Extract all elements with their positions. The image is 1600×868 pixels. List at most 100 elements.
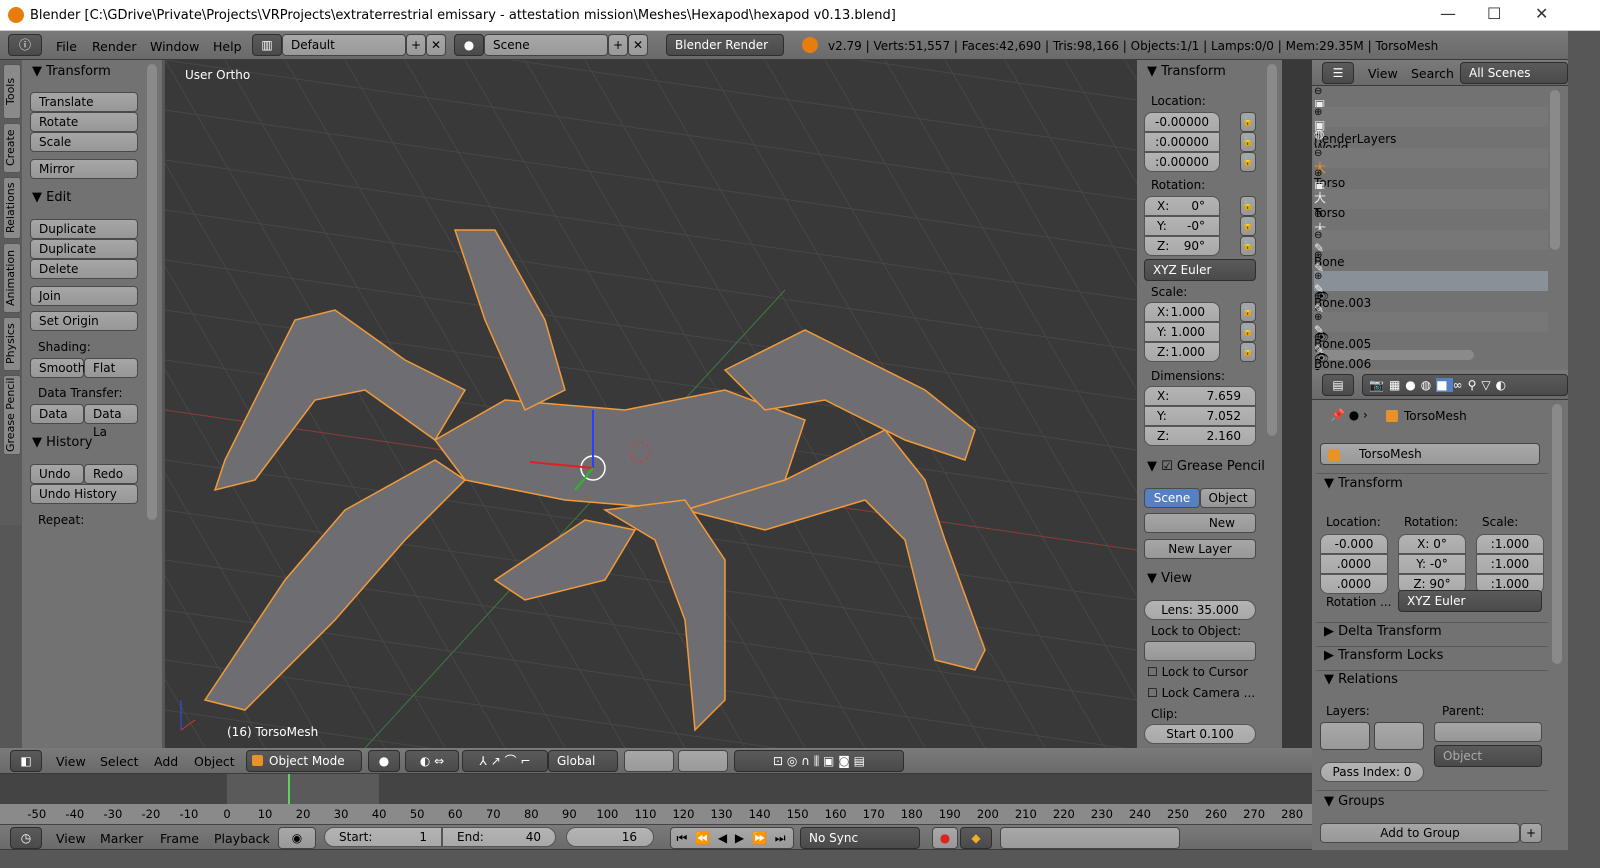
outliner-item[interactable]: ⊕ ▣ RenderLayers (1314, 106, 1548, 146)
rotate-button[interactable]: Rotate (30, 112, 138, 132)
rotation-mode-select[interactable]: XYZ Euler (1144, 259, 1256, 281)
outliner-filter-select[interactable]: All Scenes (1460, 62, 1568, 84)
props-scale-field[interactable]: :1.000 (1476, 534, 1544, 554)
props-scale-field[interactable]: :1.000 (1476, 554, 1544, 574)
tab-relations[interactable]: Relations (3, 177, 21, 239)
menu-file[interactable]: File (56, 39, 77, 54)
history-panel-header[interactable]: ▼ History (32, 435, 92, 450)
tab-grease-pencil[interactable]: Grease Pencil (3, 375, 21, 455)
outliner-item[interactable]: ⊖▣Scene (1314, 86, 1548, 125)
join-button[interactable]: Join (30, 286, 138, 306)
expand-toggle-icon[interactable]: ⊖ (1314, 209, 1548, 220)
transform-panel-header[interactable]: ▼ Transform (32, 64, 111, 79)
gp-scene-tab[interactable]: Scene (1144, 488, 1200, 508)
add-layout-icon[interactable]: + (406, 34, 426, 56)
context-tabs[interactable]: 📷▦●◍■∞⚲▽◐ (1362, 374, 1568, 396)
scale-field[interactable]: Y: 1.000 (1144, 322, 1220, 342)
keying-set-field[interactable] (1000, 827, 1180, 849)
timeline-menu-playback[interactable]: Playback (214, 831, 270, 846)
expand-toggle-icon[interactable]: ⊖ (1314, 148, 1548, 159)
transform-orientation-select[interactable]: Global (548, 750, 618, 772)
rotation-field-lock-icon[interactable]: 🔓 (1240, 236, 1256, 256)
editor-type-outliner-icon[interactable]: ☰ (1322, 62, 1354, 84)
render-engine-select[interactable]: Blender Render (666, 34, 784, 56)
dimension-field[interactable]: X: 7.659 (1144, 386, 1256, 406)
scene-field[interactable]: Scene (484, 34, 608, 56)
transform-locks-header[interactable]: ▶ Transform Locks (1324, 648, 1443, 663)
expand-toggle-icon[interactable]: ⊕ (1314, 271, 1548, 282)
props-location-field[interactable]: .0000 (1320, 574, 1388, 594)
snap-render-icons[interactable]: ⊡ ◎ ∩ ⫼ ▣ ◙ ▤ (734, 750, 904, 772)
properties-scrollbar[interactable] (1552, 404, 1562, 664)
add-group-icon[interactable]: + (1520, 823, 1542, 843)
editor-type-3d-icon[interactable]: ◧ (10, 750, 42, 772)
tab-tools[interactable]: Tools (3, 64, 21, 119)
rotation-field-lock-icon[interactable]: 🔓 (1240, 196, 1256, 216)
dimension-field[interactable]: Y: 7.052 (1144, 406, 1256, 426)
groups-header[interactable]: ▼ Groups (1324, 794, 1385, 809)
gp-object-tab[interactable]: Object (1200, 488, 1256, 508)
location-field[interactable]: :0.00000 (1144, 152, 1220, 172)
scale-field[interactable]: X: 1.000 (1144, 302, 1220, 322)
start-frame-field[interactable]: Start: 1 (324, 827, 442, 847)
timeline-menu-view[interactable]: View (56, 831, 86, 846)
pivot-point-icon[interactable]: ◐ ⇔ (405, 750, 459, 772)
delete-layout-icon[interactable]: ✕ (426, 34, 446, 56)
delete-scene-icon[interactable]: ✕ (628, 34, 648, 56)
record-icon[interactable]: ● (932, 827, 958, 849)
outliner-search-menu[interactable]: Search (1411, 66, 1454, 81)
delta-transform-header[interactable]: ▶ Delta Transform (1324, 624, 1442, 639)
props-transform-header[interactable]: ▼ Transform (1324, 476, 1403, 491)
viewport-shading-icon[interactable]: ● (368, 750, 400, 772)
scale-field-lock-icon[interactable]: 🔓 (1240, 342, 1256, 362)
relations-header[interactable]: ▼ Relations (1324, 672, 1398, 687)
layers-grid-2[interactable] (678, 750, 728, 772)
tab-physics[interactable]: Physics (3, 317, 21, 371)
view3d-menu-select[interactable]: Select (100, 754, 139, 769)
parent-field[interactable] (1434, 722, 1542, 742)
outliner-item[interactable]: ◍World (1314, 127, 1548, 155)
scale-field[interactable]: Z: 1.000 (1144, 342, 1220, 362)
view3d-menu-view[interactable]: View (56, 754, 86, 769)
duplicate-button[interactable]: Duplicate (30, 219, 138, 239)
props-location-field[interactable]: .0000 (1320, 554, 1388, 574)
layers-grid-1[interactable] (624, 750, 674, 772)
delete-button[interactable]: Delete (30, 259, 138, 279)
n-panel-scrollbar[interactable] (1267, 64, 1277, 436)
current-frame-field[interactable]: 16 (566, 827, 654, 847)
viewport-scene[interactable] (165, 60, 1137, 748)
props-location-field[interactable]: -0.000 (1320, 534, 1388, 554)
set-origin-select[interactable]: Set Origin (30, 311, 138, 331)
location-field[interactable]: :0.00000 (1144, 132, 1220, 152)
outliner-item[interactable]: ⊕✎Bone.002👁↖ (1314, 250, 1548, 317)
lock-camera-checkbox[interactable]: ☐ Lock Camera ... (1147, 686, 1255, 700)
minimize-button[interactable]: — (1440, 4, 1456, 23)
dimension-field[interactable]: Z: 2.160 (1144, 426, 1256, 446)
lock-object-field[interactable] (1144, 641, 1256, 661)
gp-new-layer-button[interactable]: New Layer (1144, 539, 1256, 559)
grease-pencil-header[interactable]: ▼ ☑ Grease Pencil (1147, 459, 1265, 474)
playback-controls[interactable]: ⏮ ⏪ ◀ ▶ ⏩ ⏭ (670, 827, 794, 849)
location-field-lock-icon[interactable]: 🔓 (1240, 112, 1256, 132)
location-field[interactable]: -0.00000 (1144, 112, 1220, 132)
props-rotation-mode-select[interactable]: XYZ Euler (1398, 590, 1542, 612)
smooth-button[interactable]: Smooth (30, 358, 85, 378)
sync-select[interactable]: No Sync (800, 827, 920, 849)
outliner-item[interactable]: 大 Torso (1314, 188, 1548, 220)
rotation-field-lock-icon[interactable]: 🔓 (1240, 216, 1256, 236)
menu-render[interactable]: Render (92, 39, 137, 54)
undo-history-button[interactable]: Undo History (30, 484, 138, 504)
outliner-item[interactable]: ⊖大Torso👁↖ (1314, 147, 1548, 218)
mode-select[interactable]: Object Mode (246, 750, 362, 772)
tab-create[interactable]: Create (3, 123, 21, 173)
expand-toggle-icon[interactable]: ⊖ (1314, 86, 1548, 97)
view3d-menu-object[interactable]: Object (194, 754, 235, 769)
props-rotation-field[interactable]: Y: -0° (1398, 554, 1466, 574)
scale-field-lock-icon[interactable]: 🔓 (1240, 322, 1256, 342)
keyframe-lock-icon[interactable]: ◉ (278, 827, 316, 849)
timeline-menu-frame[interactable]: Frame (160, 831, 199, 846)
layout-icon[interactable]: ▥ (252, 34, 282, 56)
layout-field[interactable]: Default (282, 34, 406, 56)
outliner-item[interactable]: ⊖大Pose (1314, 209, 1548, 251)
expand-toggle-icon[interactable]: ⊕ (1314, 312, 1548, 323)
